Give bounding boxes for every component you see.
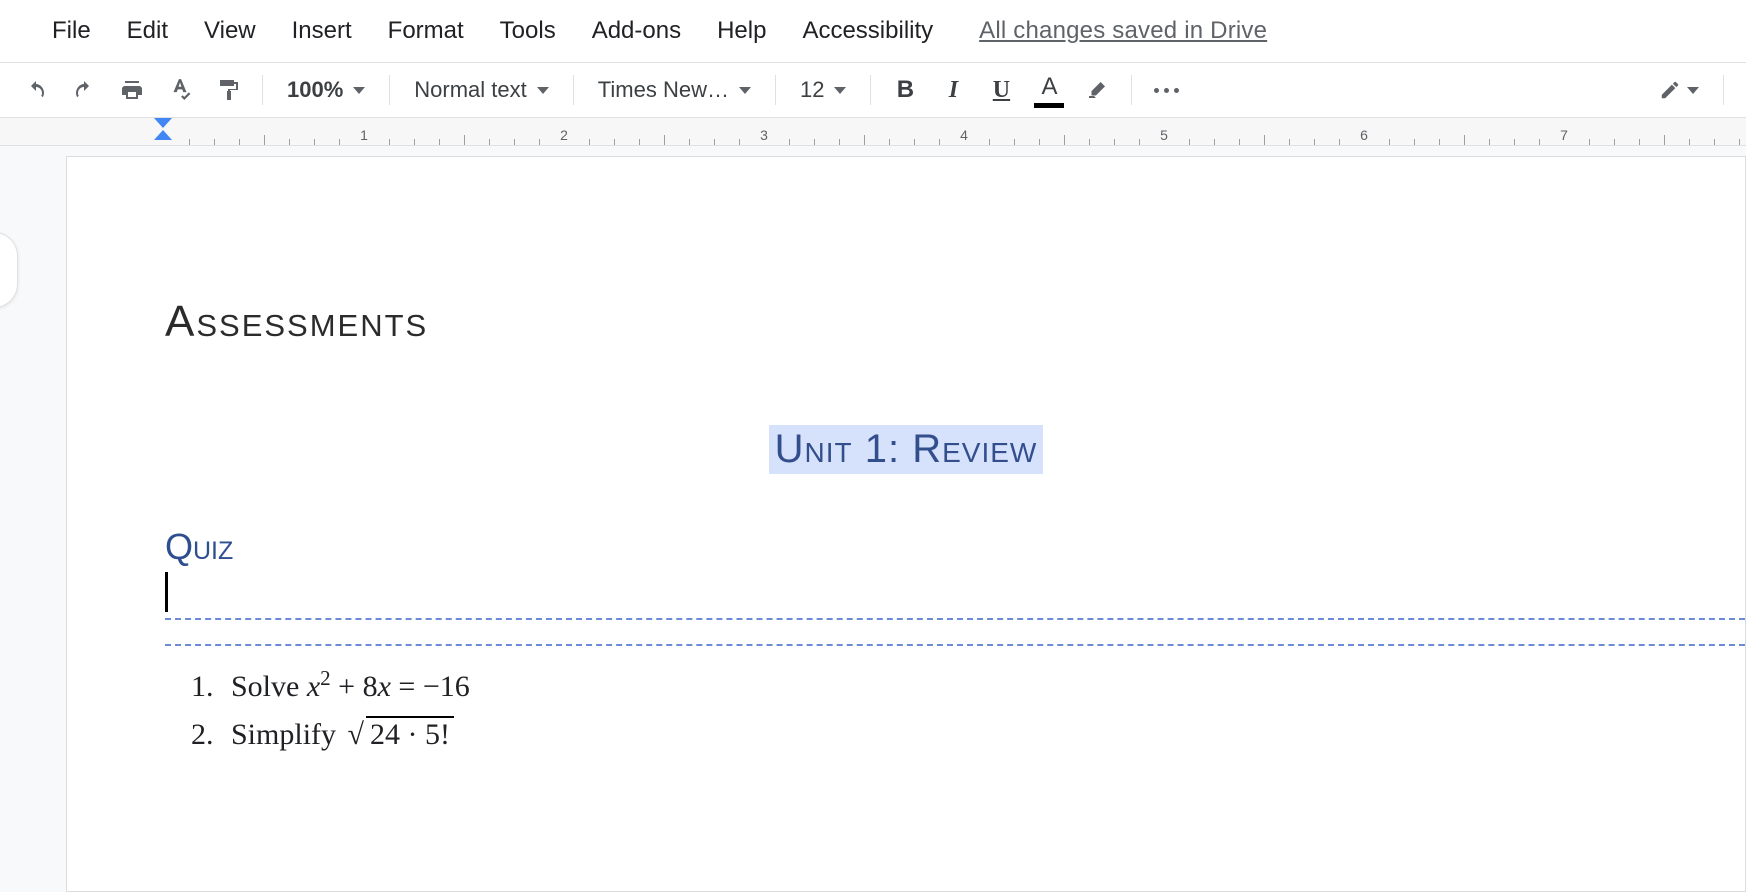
redo-button[interactable] [62,68,106,112]
chevron-down-icon [353,87,365,94]
first-line-indent-icon [154,118,172,128]
highlighter-icon [1085,78,1109,102]
ruler-number: 5 [1160,127,1168,143]
ruler-number: 1 [360,127,368,143]
list-item[interactable]: Solve x2 + 8x = −16 [221,666,1647,704]
text-color-icon: A [1034,73,1064,108]
menu-format[interactable]: Format [374,11,478,51]
paint-format-button[interactable] [206,68,250,112]
paint-roller-icon [216,78,240,102]
ruler[interactable]: 1 2 3 4 5 6 7 [0,118,1746,146]
outline-toggle[interactable] [0,232,18,308]
ruler-number: 6 [1360,127,1368,143]
question-text: Solve [231,670,307,703]
ruler-number: 2 [560,127,568,143]
menu-help[interactable]: Help [703,11,780,51]
undo-button[interactable] [14,68,58,112]
paragraph-style-value: Normal text [414,77,526,103]
underline-button[interactable]: U [979,68,1023,112]
bold-icon: B [897,76,914,104]
print-icon [120,78,144,102]
toolbar-separator [1723,75,1724,105]
font-value: Times New… [598,77,729,103]
italic-button[interactable]: I [931,68,975,112]
menu-edit[interactable]: Edit [113,11,182,51]
more-icon [1154,88,1179,93]
question-text: Simplify [231,718,344,751]
editing-mode-select[interactable] [1647,68,1711,112]
more-button[interactable] [1144,68,1188,112]
chevron-down-icon [739,87,751,94]
toolbar-separator [262,75,263,105]
highlight-color-button[interactable] [1075,68,1119,112]
print-button[interactable] [110,68,154,112]
chevron-down-icon [537,87,549,94]
font-size-value: 12 [800,77,824,103]
chevron-down-icon [834,87,846,94]
indent-marker[interactable] [154,118,172,140]
toolbar-separator [775,75,776,105]
divider [165,618,1745,620]
chevron-down-icon [1687,87,1699,94]
menu-view[interactable]: View [190,11,270,51]
toolbar-separator [870,75,871,105]
toolbar-separator [389,75,390,105]
menu-accessibility[interactable]: Accessibility [788,11,947,51]
divider [165,644,1745,646]
menu-file[interactable]: File [38,11,105,51]
zoom-value: 100% [287,77,343,103]
toolbar-separator [1131,75,1132,105]
italic-icon: I [949,77,958,104]
text-color-button[interactable]: A [1027,68,1071,112]
toolbar: 100% Normal text Times New… 12 B I U A [0,62,1746,118]
menu-addons[interactable]: Add-ons [578,11,695,51]
equation: 24 · 5! [344,718,454,751]
menu-bar: File Edit View Insert Format Tools Add-o… [0,0,1746,62]
spellcheck-icon [167,77,193,103]
undo-icon [24,78,48,102]
doc-subtitle[interactable]: Unit 1: Review [769,425,1044,474]
redo-icon [72,78,96,102]
paragraph-style-select[interactable]: Normal text [402,68,560,112]
list-item[interactable]: Simplify 24 · 5! [221,718,1647,752]
left-indent-icon [154,130,172,140]
menu-insert[interactable]: Insert [278,11,366,51]
font-select[interactable]: Times New… [586,68,763,112]
pencil-icon [1659,79,1681,101]
section-heading[interactable]: Quiz [165,526,1647,568]
underline-icon: U [993,77,1010,104]
ruler-number: 7 [1560,127,1568,143]
spellcheck-button[interactable] [158,68,202,112]
font-size-select[interactable]: 12 [788,68,858,112]
document-page[interactable]: Assessments Unit 1: Review Quiz Solve x2… [66,156,1746,892]
equation: x2 + 8x = −16 [307,670,470,703]
zoom-select[interactable]: 100% [275,68,377,112]
ruler-number: 3 [760,127,768,143]
menu-tools[interactable]: Tools [486,11,570,51]
save-status[interactable]: All changes saved in Drive [979,17,1267,45]
bold-button[interactable]: B [883,68,927,112]
toolbar-separator [573,75,574,105]
ruler-number: 4 [960,127,968,143]
editor-canvas: Assessments Unit 1: Review Quiz Solve x2… [0,146,1746,892]
text-cursor [165,572,168,612]
question-list[interactable]: Solve x2 + 8x = −16 Simplify 24 · 5! [221,666,1647,752]
doc-title[interactable]: Assessments [165,297,1647,347]
